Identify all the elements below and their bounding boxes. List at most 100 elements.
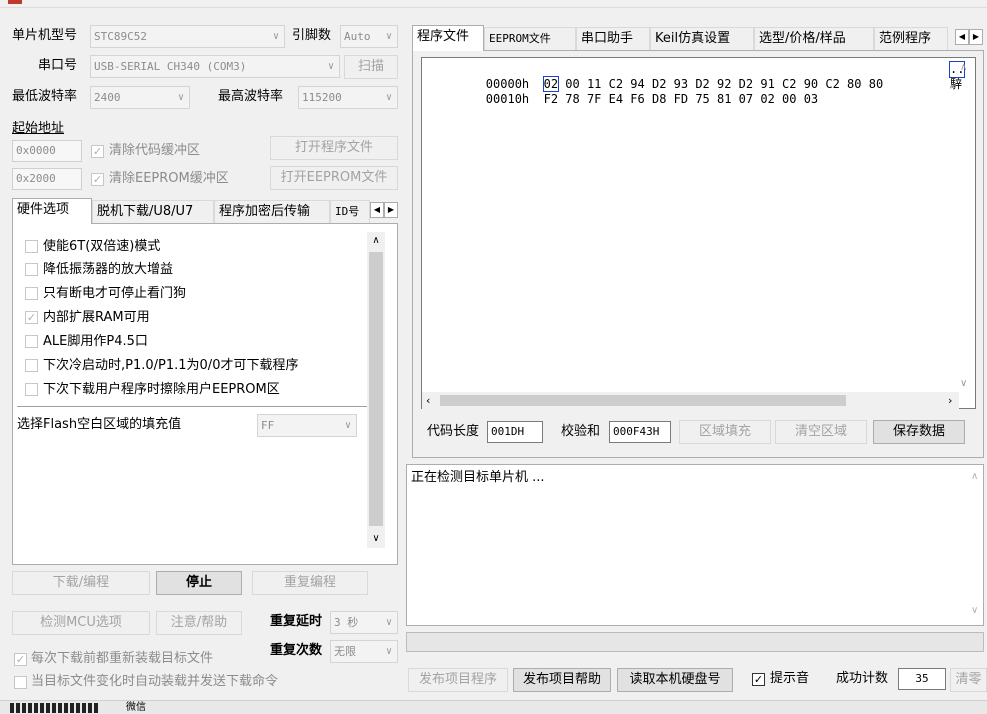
open-program-button[interactable]: 打开程序文件	[270, 136, 398, 160]
max-baud-label: 最高波特率	[218, 89, 284, 104]
pins-select[interactable]: Auto ∨	[340, 25, 398, 48]
option-checkbox[interactable]: ✓	[25, 311, 38, 324]
reset-count-button[interactable]: 清零	[950, 668, 987, 692]
tab-id-number[interactable]: ID号	[330, 200, 370, 224]
option-checkbox[interactable]	[25, 383, 38, 396]
min-baud-value: 2400	[94, 91, 121, 104]
com-port-label: 串口号	[38, 58, 78, 73]
ascii-cell: 騂	[950, 77, 963, 91]
taskbar: 微信	[0, 700, 987, 714]
tab-examples[interactable]: 范例程序	[874, 27, 948, 51]
com-port-select[interactable]: USB-SERIAL CH340 (COM3) ∨	[90, 55, 340, 78]
chevron-down-icon: ∨	[327, 61, 334, 72]
start-address-label: 起始地址	[12, 121, 65, 136]
hex-vscroll-down-icon[interactable]: ∨	[960, 378, 967, 389]
tab-program-file[interactable]: 程序文件	[412, 25, 484, 51]
options-list: 使能6T(双倍速)模式 降低振荡器的放大增益 只有断电才可停止看门狗 ✓ 内部扩展…	[17, 232, 367, 562]
reprogram-button[interactable]: 重复编程	[252, 571, 368, 595]
stop-button[interactable]: 停止	[156, 571, 242, 595]
code-address-input[interactable]: 0x0000	[12, 140, 82, 162]
tab-keil-settings[interactable]: Keil仿真设置	[650, 27, 754, 51]
min-baud-select[interactable]: 2400 ∨	[90, 86, 190, 109]
option-checkbox[interactable]	[25, 287, 38, 300]
mcu-type-value: STC89C52	[94, 30, 147, 43]
tab-scroll-right-icon[interactable]: ▶	[384, 202, 398, 218]
log-scroll-up-icon[interactable]: ∧	[971, 471, 978, 482]
beep-checkbox[interactable]: ✓	[752, 673, 765, 686]
option-checkbox[interactable]	[25, 359, 38, 372]
tab-hardware-options[interactable]: 硬件选项	[12, 198, 92, 224]
save-data-button[interactable]: 保存数据	[873, 420, 965, 444]
code-length-label: 代码长度	[427, 424, 480, 439]
com-port-value: USB-SERIAL CH340 (COM3)	[94, 60, 247, 73]
mcu-type-select[interactable]: STC89C52 ∨	[90, 25, 285, 48]
title-strip	[0, 0, 987, 8]
hex-editor[interactable]: 00000h 02 00 11 C2 94 D2 93 D2 92 D2 91 …	[421, 57, 976, 409]
scroll-down-icon[interactable]: ∨	[367, 530, 385, 548]
hscroll-right-icon[interactable]: ›	[948, 392, 952, 409]
repeat-count-label: 重复次数	[270, 643, 323, 658]
divider	[17, 406, 367, 407]
scroll-up-icon[interactable]: ∧	[367, 232, 385, 250]
clear-eeprom-checkbox[interactable]: ✓	[91, 173, 104, 186]
tab-scroll-right-icon[interactable]: ▶	[969, 29, 983, 45]
scroll-thumb[interactable]	[369, 252, 383, 526]
reload-file-checkbox[interactable]: ✓	[14, 653, 27, 666]
hex-bytes: F2 78 7F E4 F6 D8 FD 75 81 07 02 00 03	[543, 92, 819, 106]
tab-encrypted-transfer[interactable]: 程序加密后传输	[214, 200, 330, 224]
hscroll-thumb[interactable]	[440, 395, 846, 406]
option-label: 下次下载用户程序时擦除用户EEPROM区	[43, 382, 280, 397]
scan-button[interactable]: 扫描	[344, 55, 398, 79]
hex-vscroll-up-icon[interactable]: ∧	[960, 62, 967, 73]
tab-serial-assistant[interactable]: 串口助手	[576, 27, 650, 51]
checksum-value: 000F43H	[609, 421, 671, 443]
log-output[interactable]: 正在检测目标单片机 ... ∧ ∨	[406, 464, 984, 626]
clear-region-button[interactable]: 清空区域	[775, 420, 867, 444]
open-eeprom-button[interactable]: 打开EEPROM文件	[270, 166, 398, 190]
chevron-down-icon: ∨	[385, 646, 392, 657]
hscroll-left-icon[interactable]: ‹	[426, 392, 430, 409]
eeprom-address-input[interactable]: 0x2000	[12, 168, 82, 190]
success-count-value: 35	[898, 668, 946, 690]
repeat-delay-label: 重复延时	[270, 614, 323, 629]
success-count-label: 成功计数	[836, 671, 889, 686]
taskbar-app-icon[interactable]	[10, 703, 100, 713]
max-baud-select[interactable]: 115200 ∨	[298, 86, 398, 109]
publish-help-button[interactable]: 发布项目帮助	[513, 668, 611, 692]
max-baud-value: 115200	[302, 91, 342, 104]
tab-eeprom-file[interactable]: EEPROM文件	[484, 27, 576, 51]
fill-value-label: 选择Flash空白区域的填充值	[17, 417, 182, 432]
chevron-down-icon: ∨	[385, 617, 392, 628]
detect-mcu-button[interactable]: 检测MCU选项	[12, 611, 150, 635]
options-scrollbar[interactable]: ∧ ∨	[367, 232, 385, 548]
auto-load-checkbox[interactable]	[14, 676, 27, 689]
hex-hscrollbar[interactable]: ‹ ›	[422, 392, 959, 409]
option-checkbox[interactable]	[25, 263, 38, 276]
taskbar-app-label[interactable]: 微信	[126, 701, 146, 714]
help-button[interactable]: 注意/帮助	[156, 611, 242, 635]
repeat-count-select[interactable]: 无限 ∨	[330, 640, 398, 663]
region-fill-button[interactable]: 区域填充	[679, 420, 771, 444]
publish-program-button[interactable]: 发布项目程序	[408, 668, 508, 692]
tab-scroll-left-icon[interactable]: ◀	[955, 29, 969, 45]
log-scroll-down-icon[interactable]: ∨	[971, 605, 978, 616]
chevron-down-icon: ∨	[385, 31, 392, 42]
mcu-type-label: 单片机型号	[12, 28, 78, 43]
option-checkbox[interactable]	[25, 335, 38, 348]
progress-bar	[406, 632, 984, 652]
clear-code-checkbox[interactable]: ✓	[91, 145, 104, 158]
checksum-label: 校验和	[561, 424, 601, 439]
tab-selection-price[interactable]: 选型/价格/样品	[754, 27, 874, 51]
download-program-button[interactable]: 下载/编程	[12, 571, 150, 595]
log-text: 正在检测目标单片机 ...	[411, 470, 545, 485]
read-disk-number-button[interactable]: 读取本机硬盘号	[617, 668, 733, 692]
tab-scroll-left-icon[interactable]: ◀	[370, 202, 384, 218]
hex-address: 00010h	[485, 92, 530, 106]
repeat-delay-select[interactable]: 3 秒 ∨	[330, 611, 398, 634]
option-label: 下次冷启动时,P1.0/P1.1为0/0才可下载程序	[43, 358, 299, 373]
option-checkbox[interactable]	[25, 240, 38, 253]
tab-offline-download[interactable]: 脱机下载/U8/U7	[92, 200, 214, 224]
option-label: 内部扩展RAM可用	[43, 310, 150, 325]
fill-value-select[interactable]: FF ∨	[257, 414, 357, 437]
auto-load-label: 当目标文件变化时自动装载并发送下载命令	[31, 674, 279, 689]
